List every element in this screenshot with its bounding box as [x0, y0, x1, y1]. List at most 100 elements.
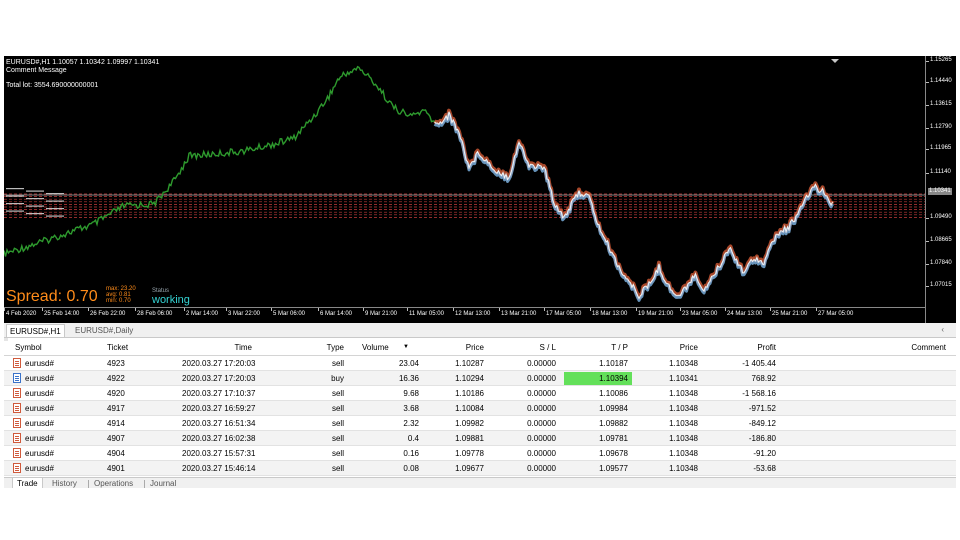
col-profit[interactable]: Profit — [724, 343, 776, 352]
time-axis[interactable]: 4 Feb 2020 25 Feb 14:00 26 Feb 22:00 28 Feb… — [4, 307, 925, 323]
cell-price: 1.10084 — [455, 404, 484, 413]
cell-ticket: 4901 — [107, 464, 125, 473]
col-comment[interactable]: Comment — [884, 343, 946, 352]
price-axis-tick — [926, 286, 929, 287]
order-label-mark — [26, 198, 44, 200]
table-row[interactable]: eurusd# 4922 2020.03.27 17:20:03 buy 16.36 1.… — [4, 371, 956, 386]
col-current-price[interactable]: Price — [654, 343, 698, 352]
cell-type: sell — [331, 464, 344, 473]
price-axis-tick — [926, 128, 929, 129]
time-axis-label: 27 Mar 05:00 — [818, 311, 854, 317]
cell-current-price: 1.10348 — [669, 404, 698, 413]
time-axis-label: 23 Mar 05:00 — [682, 311, 718, 317]
col-time[interactable]: Time — [204, 343, 252, 352]
table-row[interactable]: eurusd# 4914 2020.03.27 16:51:34 sell 2.32 1.… — [4, 416, 956, 431]
time-axis-tick — [135, 308, 136, 311]
price-chart[interactable]: EURUSD#,H1 1.10057 1.10342 1.09997 1.103… — [4, 56, 956, 323]
chart-canvas — [4, 65, 925, 302]
cell-symbol: eurusd# — [25, 389, 54, 398]
time-axis-label: 25 Feb 14:00 — [44, 311, 80, 317]
table-row[interactable]: eurusd# 4904 2020.03.27 15:57:31 sell 0.16 1.… — [4, 446, 956, 461]
cell-current-price: 1.10348 — [669, 449, 698, 458]
time-axis-tick — [816, 308, 817, 311]
price-axis-label: 1.11140 — [930, 169, 951, 175]
col-ticket[interactable]: Ticket — [107, 343, 128, 352]
col-type[interactable]: Type — [304, 343, 344, 352]
tab-eurusd-daily[interactable]: EURUSD#,Daily — [72, 324, 136, 337]
order-document-icon — [13, 358, 21, 368]
sort-desc-icon[interactable]: ▼ — [403, 344, 409, 350]
order-document-icon — [13, 463, 21, 473]
cell-time: 2020.03.27 15:57:31 — [182, 449, 256, 458]
col-tp[interactable]: T / P — [584, 343, 628, 352]
col-price[interactable]: Price — [434, 343, 484, 352]
time-axis-label: 25 Mar 21:00 — [772, 311, 808, 317]
cell-time: 2020.03.27 16:02:38 — [182, 434, 256, 443]
cell-profit: -1 405.44 — [742, 359, 776, 368]
table-row[interactable]: eurusd# 4907 2020.03.27 16:02:38 sell 0.4 1.0… — [4, 431, 956, 446]
price-axis-tick — [926, 241, 929, 242]
price-axis-tick — [926, 264, 929, 265]
price-axis[interactable]: 1.15265 1.14440 1.13615 1.12790 1.11965 1.111… — [925, 56, 956, 323]
time-axis-tick — [271, 308, 272, 311]
price-axis-label: 1.07015 — [930, 282, 952, 288]
cell-tp: 1.09577 — [599, 464, 628, 473]
status-value: working — [152, 294, 190, 306]
table-row[interactable]: eurusd# 4917 2020.03.27 16:59:27 sell 3.68 1.… — [4, 401, 956, 416]
table-header: Symbol Ticket Time Type Volume ▼ Price S… — [4, 341, 956, 356]
cell-volume: 9.68 — [403, 389, 419, 398]
price-axis-tick — [926, 82, 929, 83]
chart-shift-marker-icon[interactable] — [831, 59, 839, 63]
tab-operations[interactable]: Operations — [90, 478, 137, 488]
tab-separator — [144, 480, 145, 488]
order-label-mark — [46, 200, 64, 202]
tabs-scroll-left-icon[interactable]: ‹ — [941, 325, 944, 334]
tab-journal[interactable]: Journal — [146, 478, 180, 488]
cell-profit: -53.68 — [753, 464, 776, 473]
order-document-icon — [13, 433, 21, 443]
cell-tp: 1.10394 — [599, 374, 628, 383]
chart-info-symbol: EURUSD#,H1 1.10057 1.10342 1.09997 1.103… — [6, 59, 160, 66]
order-document-icon — [13, 448, 21, 458]
order-label-mark — [46, 193, 64, 195]
time-axis-label: 12 Mar 13:00 — [455, 311, 491, 317]
col-sl[interactable]: S / L — [512, 343, 556, 352]
cell-time: 2020.03.27 17:10:37 — [182, 389, 256, 398]
tab-history[interactable]: History — [48, 478, 81, 488]
cell-current-price: 1.10348 — [669, 434, 698, 443]
cell-symbol: eurusd# — [25, 404, 54, 413]
cell-ticket: 4922 — [107, 374, 125, 383]
price-line-markers — [434, 111, 834, 300]
time-axis-label: 2 Mar 14:00 — [186, 311, 219, 317]
cell-type: sell — [331, 449, 344, 458]
col-symbol[interactable]: Symbol — [15, 343, 42, 352]
col-volume[interactable]: Volume — [362, 343, 389, 352]
price-axis-label: 1.07840 — [930, 260, 952, 266]
time-axis-tick — [184, 308, 185, 311]
time-axis-tick — [318, 308, 319, 311]
cell-type: sell — [331, 359, 344, 368]
cell-price: 1.10294 — [455, 374, 484, 383]
price-axis-label: 1.13615 — [930, 101, 952, 107]
tab-trade[interactable]: Trade — [12, 478, 43, 488]
cell-profit: 768.92 — [751, 374, 776, 383]
cell-sl: 0.00000 — [527, 359, 556, 368]
table-row[interactable]: eurusd# 4901 2020.03.27 15:46:14 sell 0.08 1.… — [4, 461, 956, 476]
order-label-mark — [26, 205, 44, 207]
cell-price: 1.09982 — [455, 419, 484, 428]
tab-eurusd-h1[interactable]: EURUSD#,H1 — [6, 324, 65, 337]
cell-type: sell — [331, 419, 344, 428]
cell-time: 2020.03.27 16:59:27 — [182, 404, 256, 413]
time-axis-label: 13 Mar 21:00 — [501, 311, 537, 317]
cell-volume: 3.68 — [403, 404, 419, 413]
order-label-mark — [6, 195, 24, 197]
cell-sl: 0.00000 — [527, 374, 556, 383]
time-axis-label: 4 Feb 2020 — [6, 311, 37, 317]
trade-table: Symbol Ticket Time Type Volume ▼ Price S… — [4, 341, 956, 478]
spread-min: min: 0.70 — [106, 298, 131, 304]
table-row[interactable]: eurusd# 4923 2020.03.27 17:20:03 sell 23.04 1… — [4, 356, 956, 371]
table-row[interactable]: eurusd# 4920 2020.03.27 17:10:37 sell 9.68 1.… — [4, 386, 956, 401]
time-axis-tick — [453, 308, 454, 311]
time-axis-tick — [407, 308, 408, 311]
order-label-mark — [6, 210, 24, 212]
